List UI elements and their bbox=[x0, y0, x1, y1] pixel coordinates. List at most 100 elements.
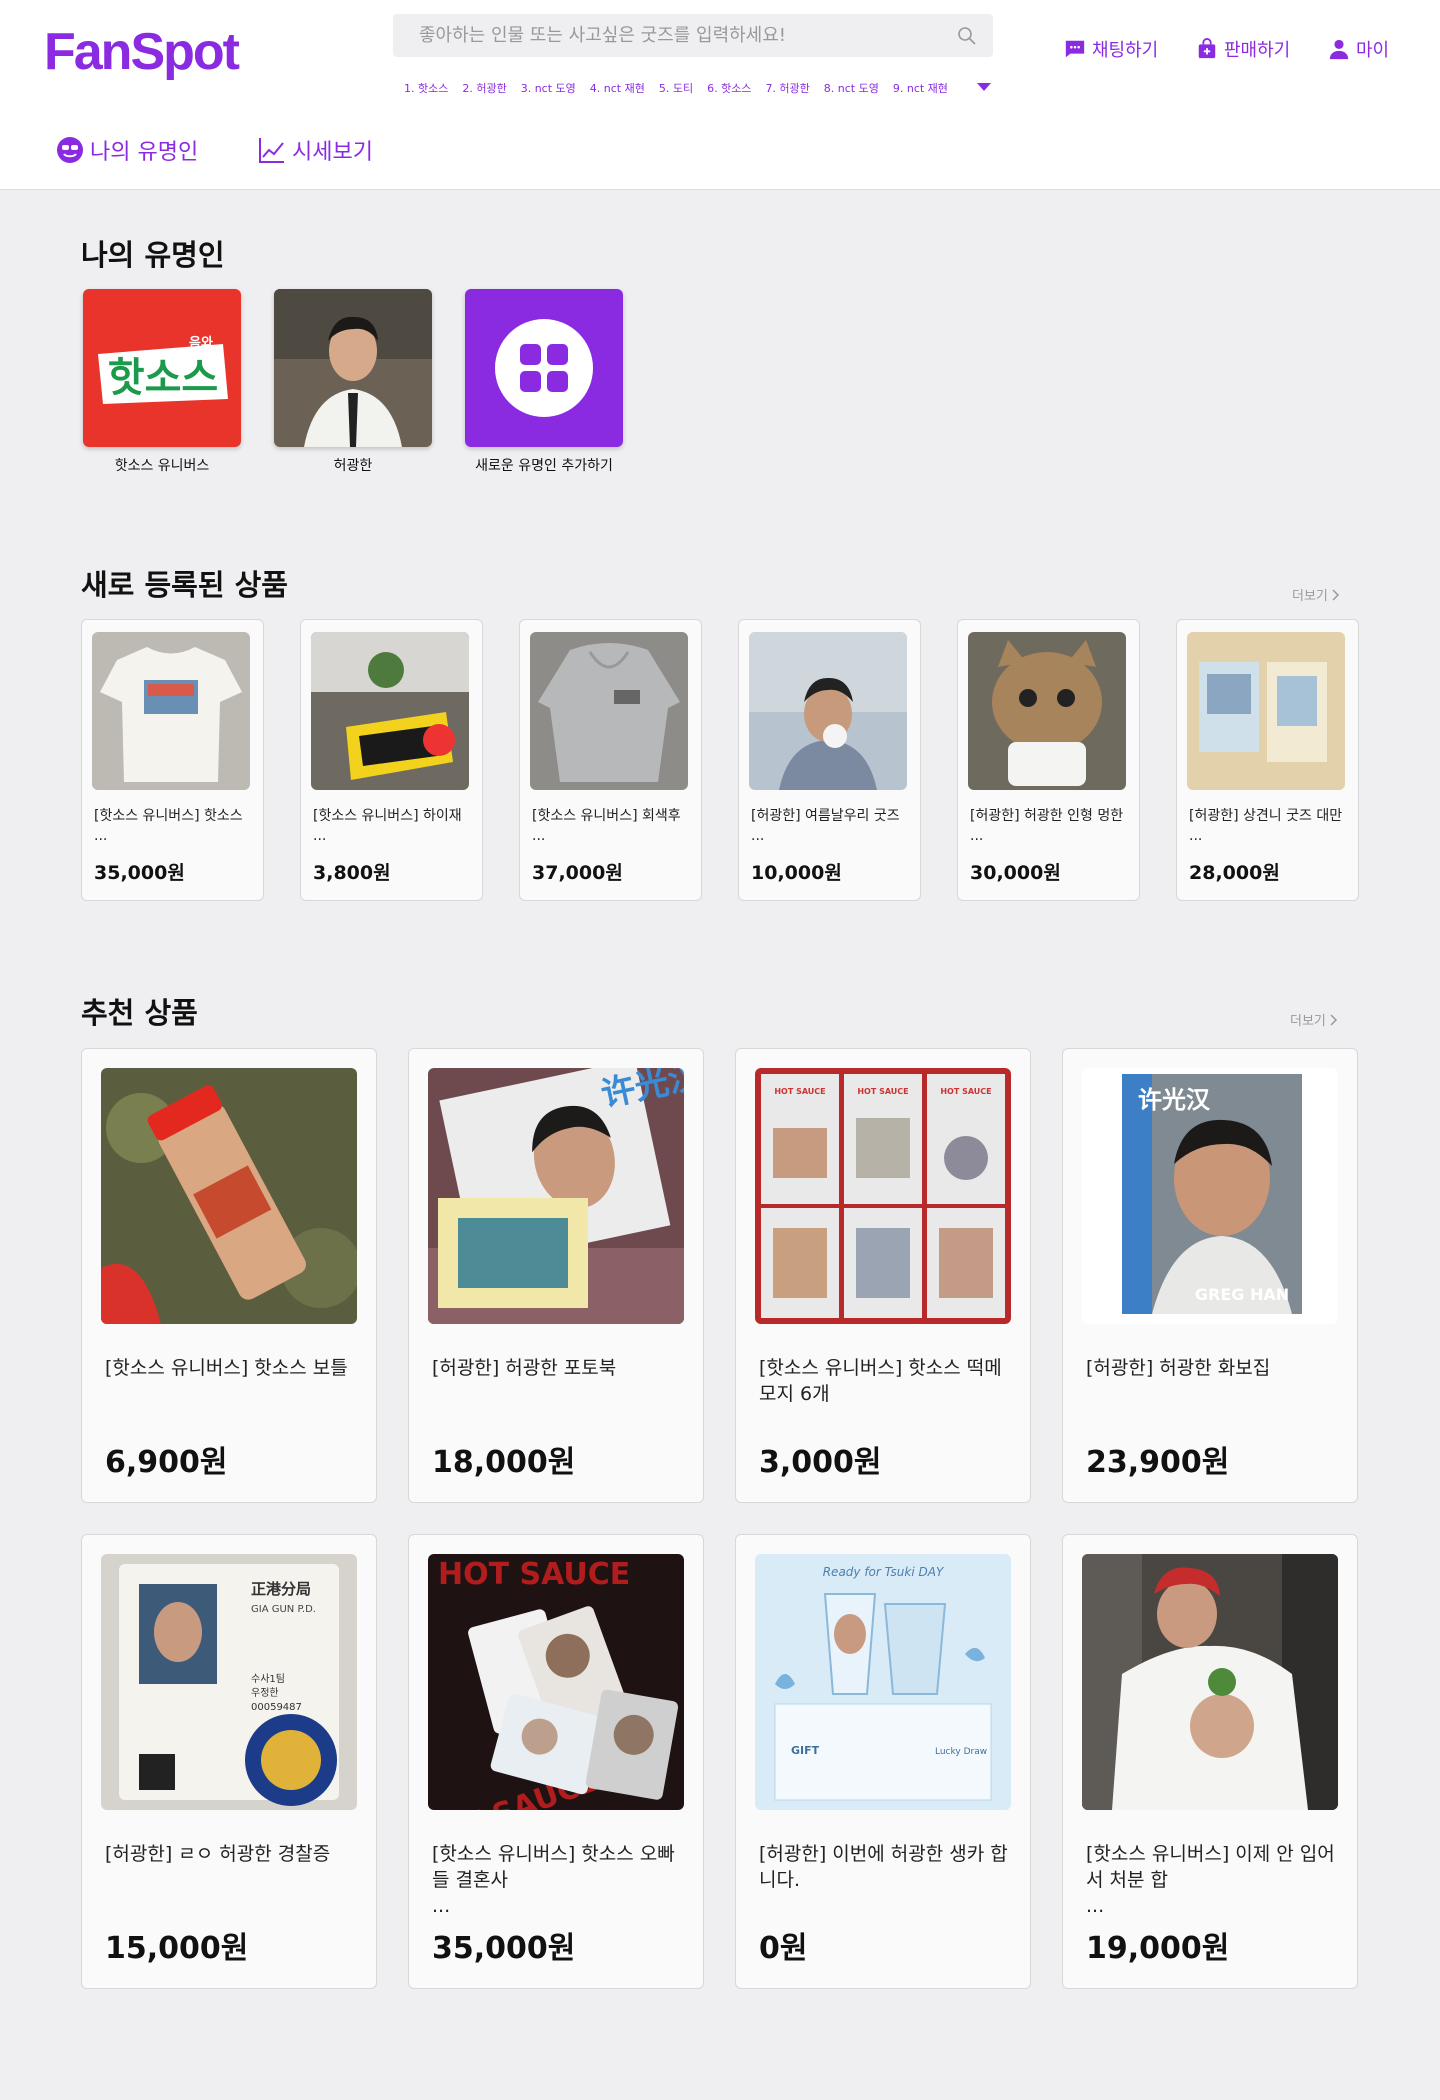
product-price: 19,000원 bbox=[1086, 1931, 1230, 1966]
svg-text:GIA GUN P.D.: GIA GUN P.D. bbox=[251, 1604, 316, 1615]
celeb-item[interactable]: 허광한 bbox=[274, 289, 432, 475]
product-image: 正港分局 GIA GUN P.D. 수사1팀 우정한 00059487 bbox=[101, 1554, 357, 1810]
recommended-title: 추천 상품 bbox=[81, 996, 198, 1030]
trending-keyword[interactable]: 8. nct 도영 bbox=[824, 80, 879, 96]
trending-keyword[interactable]: 6. 핫소스 bbox=[707, 80, 751, 96]
my-button[interactable]: 마이 bbox=[1328, 36, 1389, 62]
logo[interactable]: FanSpot bbox=[44, 22, 240, 82]
product-title: [핫소스 유니버스] 핫소스 떡메모지 6개 bbox=[759, 1357, 1002, 1405]
svg-text:HOT SAUCE: HOT SAUCE bbox=[774, 1087, 825, 1096]
tab-my-celebs[interactable]: 나의 유명인 bbox=[56, 134, 198, 166]
product-title: [허광한] ㄹㅇ 허광한 경찰증 bbox=[105, 1843, 331, 1865]
product-title: [허광한] 허광한 화보집 bbox=[1086, 1357, 1271, 1379]
product-price: 37,000원 bbox=[532, 862, 623, 884]
product-image bbox=[101, 1068, 357, 1324]
product-card[interactable]: 正港分局 GIA GUN P.D. 수사1팀 우정한 00059487 [허광한… bbox=[81, 1534, 377, 1989]
trending-keyword[interactable]: 4. nct 재현 bbox=[590, 80, 645, 96]
celeb-name: 허광한 bbox=[333, 458, 373, 474]
trending-keyword[interactable]: 3. nct 도영 bbox=[521, 80, 576, 96]
trending-keyword[interactable]: 1. 핫소스 bbox=[404, 80, 448, 96]
new-products-title: 새로 등록된 상품 bbox=[81, 568, 288, 602]
line-chart-icon bbox=[259, 138, 284, 163]
product-image bbox=[749, 632, 907, 790]
product-title: [핫소스 유니버스] 핫소스... bbox=[94, 808, 243, 844]
shopping-bag-icon bbox=[1198, 38, 1216, 59]
svg-text:GREG HAN: GREG HAN bbox=[1195, 1285, 1289, 1304]
new-products-more-link[interactable]: 더보기 bbox=[1292, 585, 1340, 604]
tab-prices[interactable]: 시세보기 bbox=[258, 134, 373, 166]
celeb-name: 새로운 유명인 추가하기 bbox=[475, 458, 613, 474]
celeb-name: 핫소스 유니버스 bbox=[114, 458, 210, 474]
product-card[interactable]: [허광한] 여름날우리 굿즈... 10,000원 bbox=[738, 619, 921, 901]
product-card[interactable]: HOT SAUCE HOT SAUCE [핫소스 유니버스] 핫소스 오빠들 결… bbox=[408, 1534, 704, 1989]
product-title: [허광한] 이번에 허광한 생카 합니다. bbox=[759, 1843, 1008, 1891]
svg-text:正港分局: 正港分局 bbox=[251, 1580, 311, 1598]
product-title: [핫소스 유니버스] 핫소스 보틀 bbox=[105, 1357, 348, 1379]
product-image: Ready for Tsuki DAY GIFT Lucky Draw bbox=[755, 1554, 1011, 1810]
product-card[interactable]: [허광한] 허광한 인형 멍한... 30,000원 bbox=[957, 619, 1140, 901]
sell-label: 판매하기 bbox=[1224, 40, 1291, 61]
product-price: 18,000원 bbox=[432, 1445, 576, 1480]
chat-label: 채팅하기 bbox=[1092, 40, 1159, 61]
product-title: [핫소스 유니버스] 이제 안 입어서 처분 합... bbox=[1086, 1843, 1335, 1917]
product-card[interactable]: [핫소스 유니버스] 회색후... 37,000원 bbox=[519, 619, 702, 901]
product-card[interactable]: Ready for Tsuki DAY GIFT Lucky Draw [허광한… bbox=[735, 1534, 1031, 1989]
svg-text:许光汉: 许光汉 bbox=[1138, 1086, 1211, 1114]
product-card[interactable]: 许光汉 [허광한] 허광한 포토북 18,000원 bbox=[408, 1048, 704, 1503]
my-label: 마이 bbox=[1356, 40, 1390, 61]
product-price: 6,900원 bbox=[105, 1445, 228, 1480]
tab-prices-label: 시세보기 bbox=[292, 140, 373, 165]
svg-text:우정한: 우정한 bbox=[251, 1687, 279, 1699]
product-image bbox=[1187, 632, 1345, 790]
celeb-logo-text: 핫소스 bbox=[108, 355, 218, 401]
product-price: 30,000원 bbox=[970, 862, 1061, 884]
product-card[interactable]: [핫소스 유니버스] 이제 안 입어서 처분 합... 19,000원 bbox=[1062, 1534, 1358, 1989]
chat-icon bbox=[1065, 40, 1085, 58]
search-input[interactable] bbox=[393, 14, 993, 57]
trending-keyword[interactable]: 2. 허광한 bbox=[462, 80, 506, 96]
svg-text:음와: 음와 bbox=[189, 335, 213, 351]
trending-keyword[interactable]: 9. nct 재현 bbox=[893, 80, 948, 96]
svg-text:00059487: 00059487 bbox=[251, 1702, 302, 1713]
trending-keyword[interactable]: 5. 도티 bbox=[659, 80, 693, 96]
product-price: 35,000원 bbox=[432, 1931, 576, 1966]
product-image: 许光汉 bbox=[428, 1068, 684, 1324]
product-price: 23,900원 bbox=[1086, 1445, 1230, 1480]
product-card[interactable]: [핫소스 유니버스] 핫소스 보틀 6,900원 bbox=[81, 1048, 377, 1503]
product-title: [허광한] 여름날우리 굿즈... bbox=[751, 808, 900, 844]
header: FanSpot 1. 핫소스 2. 허광한 3. nct 도영 4. nct 재… bbox=[0, 0, 1440, 190]
product-image: HOT SAUCE HOT SAUCE HOT SAUCE bbox=[755, 1068, 1011, 1324]
add-celeb-image bbox=[465, 289, 623, 447]
svg-text:Ready for Tsuki DAY: Ready for Tsuki DAY bbox=[823, 1565, 945, 1579]
trending-keyword[interactable]: 7. 허광한 bbox=[765, 80, 809, 96]
grid-icon bbox=[465, 289, 623, 447]
celeb-item[interactable]: 핫소스 음와 핫소스 유니버스 bbox=[83, 289, 241, 475]
chevron-right-icon bbox=[1332, 588, 1339, 601]
svg-text:HOT SAUCE: HOT SAUCE bbox=[438, 1557, 630, 1592]
celeb-image: 핫소스 음와 bbox=[83, 289, 241, 447]
product-title: [핫소스 유니버스] 회색후... bbox=[532, 808, 681, 844]
product-title: [핫소스 유니버스] 하이재... bbox=[313, 808, 462, 844]
sell-button[interactable]: 판매하기 bbox=[1196, 36, 1290, 62]
search-icon[interactable] bbox=[957, 26, 977, 46]
product-card[interactable]: [핫소스 유니버스] 하이재... 3,800원 bbox=[300, 619, 483, 901]
product-price: 35,000원 bbox=[94, 862, 185, 884]
product-price: 3,000원 bbox=[759, 1445, 882, 1480]
caret-down-icon[interactable] bbox=[976, 82, 992, 92]
product-title: [핫소스 유니버스] 핫소스 오빠들 결혼사... bbox=[432, 1843, 675, 1917]
product-image bbox=[968, 632, 1126, 790]
product-card[interactable]: [허광한] 상견니 굿즈 대만... 28,000원 bbox=[1176, 619, 1359, 901]
chat-button[interactable]: 채팅하기 bbox=[1064, 36, 1158, 62]
product-image bbox=[92, 632, 250, 790]
product-card[interactable]: 许光汉 GREG HAN [허광한] 허광한 화보집 23,900원 bbox=[1062, 1048, 1358, 1503]
product-price: 28,000원 bbox=[1189, 862, 1280, 884]
product-image: 许光汉 GREG HAN bbox=[1082, 1068, 1338, 1324]
svg-text:HOT SAUCE: HOT SAUCE bbox=[940, 1087, 991, 1096]
product-card[interactable]: HOT SAUCE HOT SAUCE HOT SAUCE [핫소스 유니버스]… bbox=[735, 1048, 1031, 1503]
product-card[interactable]: [핫소스 유니버스] 핫소스... 35,000원 bbox=[81, 619, 264, 901]
svg-text:GIFT: GIFT bbox=[791, 1744, 820, 1757]
product-image bbox=[311, 632, 469, 790]
recommended-more-link[interactable]: 더보기 bbox=[1290, 1010, 1338, 1029]
product-title: [허광한] 허광한 인형 멍한... bbox=[970, 808, 1124, 844]
add-celeb-button[interactable]: 새로운 유명인 추가하기 bbox=[465, 289, 623, 475]
